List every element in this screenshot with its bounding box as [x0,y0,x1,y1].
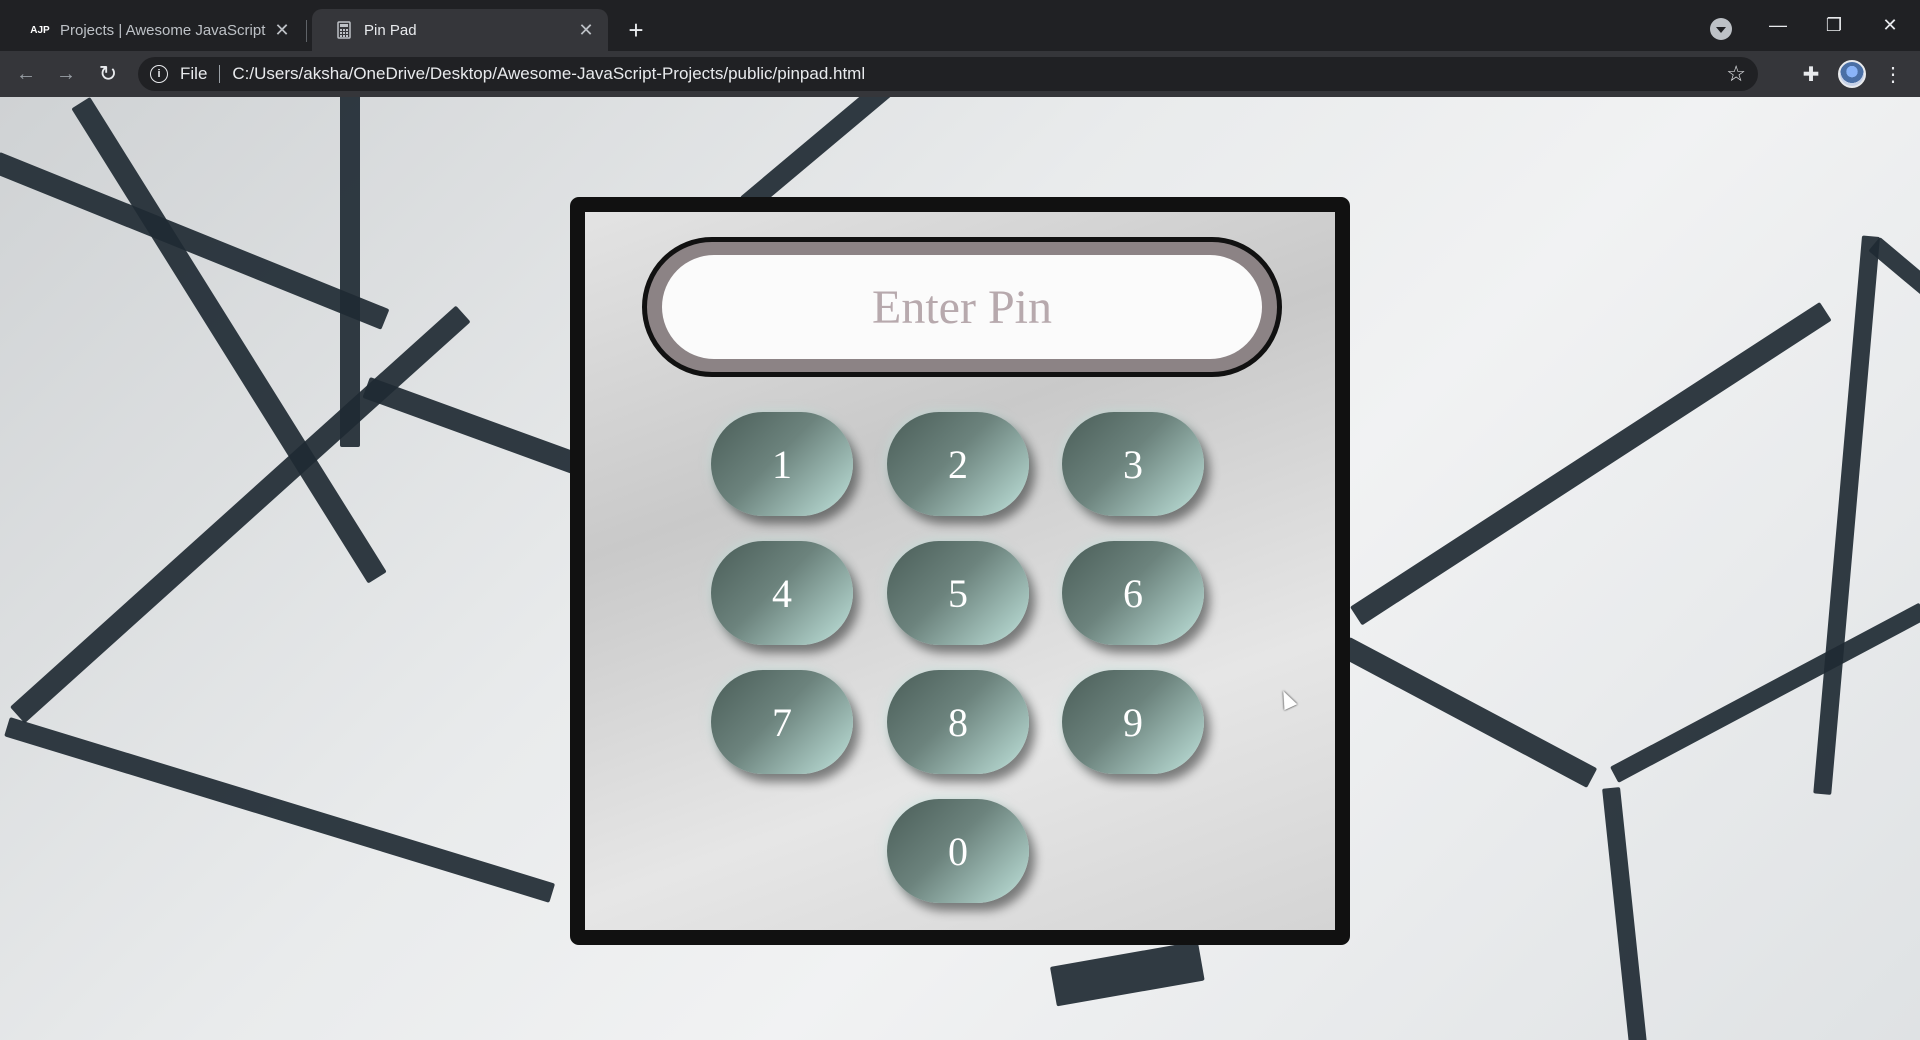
restore-icon[interactable]: ❐ [1814,10,1854,40]
pin-input[interactable]: Enter Pin [662,255,1262,359]
key-0[interactable]: 0 [887,799,1029,903]
ajp-favicon-icon: AJP [30,24,50,36]
background-beam [1339,637,1598,788]
background-beam [4,717,556,903]
forward-arrow-icon[interactable]: → [52,60,80,88]
menu-dots-icon[interactable]: ⋮ [1880,61,1906,87]
page-viewport: Enter Pin 1 2 3 4 5 6 7 8 9 0 [0,97,1920,1040]
key-7[interactable]: 7 [711,670,853,774]
tab-divider [306,20,307,42]
reload-icon[interactable]: ↻ [94,60,122,88]
key-9[interactable]: 9 [1062,670,1204,774]
background-beam [362,377,596,480]
key-2[interactable]: 2 [887,412,1029,516]
key-6[interactable]: 6 [1062,541,1204,645]
key-1[interactable]: 1 [711,412,853,516]
new-tab-plus-icon[interactable]: + [622,15,650,45]
bookmark-star-icon[interactable]: ☆ [1726,61,1746,87]
pin-display-frame: Enter Pin [642,237,1282,377]
tab-title: Projects | Awesome JavaScript [60,21,266,39]
address-divider [219,65,221,83]
background-beam [1350,302,1832,626]
url-scheme-label: File [180,64,208,83]
back-arrow-icon[interactable]: ← [12,60,40,88]
tab-pin-pad[interactable]: Pin Pad ✕ [312,9,608,51]
calculator-icon [334,20,354,40]
background-beam [1610,602,1920,783]
browser-tab-bar: AJP Projects | Awesome JavaScript ✕ Pin … [0,0,1920,51]
profile-avatar[interactable] [1838,60,1866,88]
key-5[interactable]: 5 [887,541,1029,645]
tab-search-icon[interactable] [1710,18,1732,40]
address-bar[interactable]: i File C:/Users/aksha/OneDrive/Desktop/A… [138,57,1758,91]
tab-projects[interactable]: AJP Projects | Awesome JavaScript ✕ [8,9,304,51]
pin-pad-panel: Enter Pin 1 2 3 4 5 6 7 8 9 0 [570,197,1350,945]
background-beam [740,97,907,213]
key-8[interactable]: 8 [887,670,1029,774]
background-beam [1050,940,1205,1007]
extensions-puzzle-icon[interactable]: ✚ [1798,61,1824,87]
key-3[interactable]: 3 [1062,412,1204,516]
close-tab-icon[interactable]: ✕ [576,20,596,40]
browser-toolbar: ← → ↻ i File C:/Users/aksha/OneDrive/Des… [0,51,1920,97]
minimize-icon[interactable]: — [1758,10,1798,40]
tab-title: Pin Pad [364,21,417,39]
key-4[interactable]: 4 [711,541,853,645]
info-icon[interactable]: i [150,65,168,83]
close-tab-icon[interactable]: ✕ [272,20,292,40]
url-text[interactable]: C:/Users/aksha/OneDrive/Desktop/Awesome-… [232,64,865,84]
background-beam [1868,237,1920,328]
background-beam [1602,787,1648,1040]
close-window-icon[interactable]: ✕ [1870,10,1910,40]
